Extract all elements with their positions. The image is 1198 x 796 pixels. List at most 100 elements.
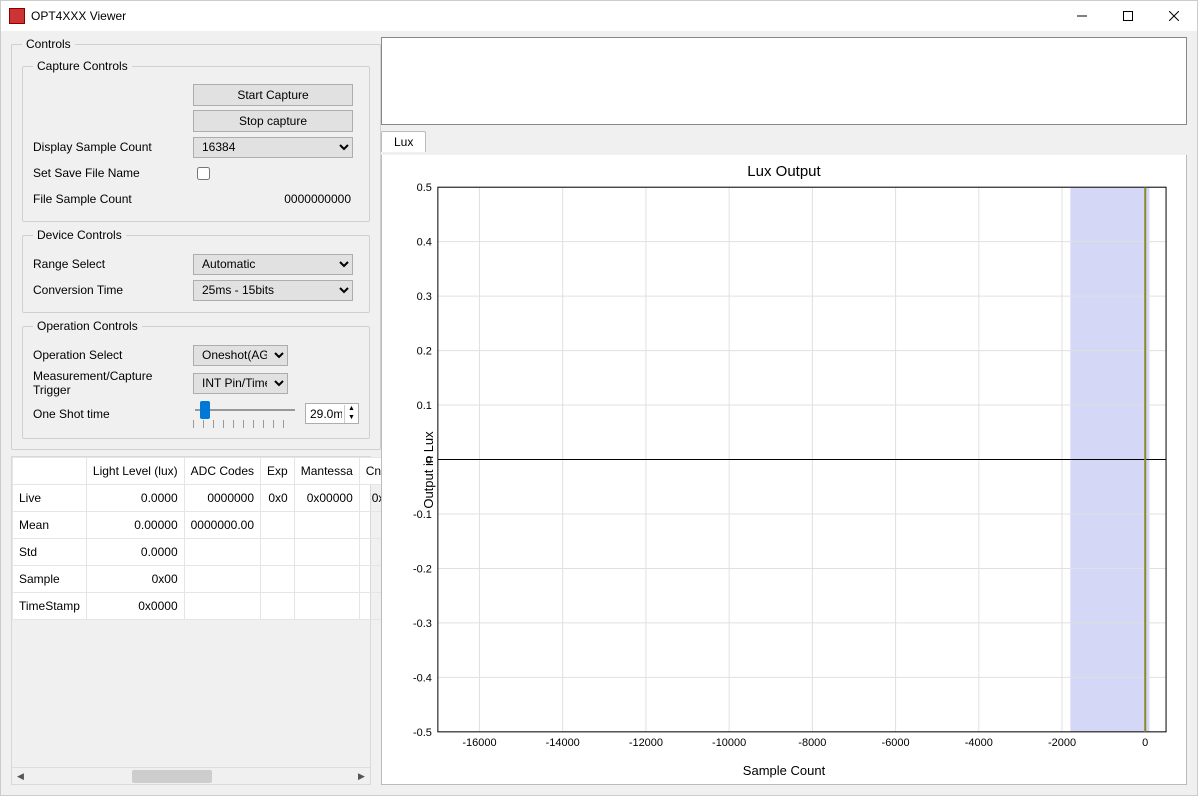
svg-text:-0.5: -0.5 — [413, 727, 432, 739]
svg-text:0.5: 0.5 — [417, 182, 432, 194]
stop-capture-button[interactable]: Stop capture — [193, 110, 353, 132]
cell: Live — [13, 485, 87, 512]
capture-group: Capture Controls Start Capture Stop capt… — [22, 59, 370, 222]
cell — [184, 593, 260, 620]
controls-legend: Controls — [22, 37, 75, 51]
cell — [294, 539, 359, 566]
cell: Mean — [13, 512, 87, 539]
op-label: Operation Select — [33, 348, 193, 362]
svg-text:-12000: -12000 — [629, 737, 663, 749]
client-area: Controls Capture Controls Start Capture … — [1, 31, 1197, 795]
svg-text:-0.4: -0.4 — [413, 672, 432, 684]
svg-text:0.4: 0.4 — [417, 237, 432, 249]
scroll-right-icon[interactable]: ▶ — [353, 768, 370, 785]
svg-text:0.2: 0.2 — [417, 346, 432, 358]
operation-select[interactable]: Oneshot(AGC) — [193, 345, 288, 366]
capture-legend: Capture Controls — [33, 59, 132, 73]
col-header[interactable]: ADC Codes — [184, 458, 260, 485]
table-row: Live0.000000000000x00x000000x — [13, 485, 391, 512]
cell: 0x0000 — [86, 593, 184, 620]
cell: Std — [13, 539, 87, 566]
cell: 0x0 — [261, 485, 295, 512]
window-title: OPT4XXX Viewer — [31, 9, 1059, 23]
svg-text:-10000: -10000 — [712, 737, 746, 749]
table-row: Std0.0000 — [13, 539, 391, 566]
svg-text:-4000: -4000 — [965, 737, 993, 749]
oneshot-value[interactable] — [306, 406, 344, 422]
operation-legend: Operation Controls — [33, 319, 142, 333]
controls-group: Controls Capture Controls Start Capture … — [11, 37, 381, 450]
trigger-select[interactable]: INT Pin/Timer — [193, 373, 288, 394]
range-select[interactable]: Automatic — [193, 254, 353, 275]
readings-table-wrap: Light Level (lux)ADC CodesExpMantessaCnt… — [11, 456, 371, 785]
cell: 0x00 — [86, 566, 184, 593]
cell — [261, 539, 295, 566]
svg-text:-0.2: -0.2 — [413, 563, 432, 575]
cell — [261, 512, 295, 539]
cell — [294, 593, 359, 620]
cell — [261, 593, 295, 620]
readings-table: Light Level (lux)ADC CodesExpMantessaCnt… — [12, 457, 391, 620]
cell — [294, 512, 359, 539]
cell: 0000000 — [184, 485, 260, 512]
table-blank — [12, 620, 370, 767]
slider-ticks — [193, 420, 293, 428]
tab-lux[interactable]: Lux — [381, 131, 426, 152]
table-hscrollbar[interactable]: ◀ ▶ — [12, 767, 370, 784]
set-save-checkbox[interactable] — [197, 167, 210, 180]
cell — [184, 566, 260, 593]
display-count-label: Display Sample Count — [33, 140, 193, 154]
scroll-thumb[interactable] — [132, 770, 212, 783]
device-group: Device Controls Range Select Automatic C… — [22, 228, 370, 313]
svg-text:0.1: 0.1 — [417, 400, 432, 412]
set-save-label: Set Save File Name — [33, 166, 193, 180]
cell — [294, 566, 359, 593]
file-count-value: 0000000000 — [193, 192, 353, 206]
range-label: Range Select — [33, 257, 193, 271]
trig-label: Measurement/Capture Trigger — [33, 369, 193, 397]
col-header[interactable] — [13, 458, 87, 485]
oneshot-slider[interactable] — [195, 401, 295, 419]
oneshot-spinbox[interactable]: ▲▼ — [305, 403, 359, 424]
col-header[interactable]: Light Level (lux) — [86, 458, 184, 485]
top-panel — [381, 37, 1187, 125]
conversion-time-select[interactable]: 25ms - 15bits — [193, 280, 353, 301]
spin-down-icon[interactable]: ▼ — [344, 414, 358, 423]
svg-text:-16000: -16000 — [462, 737, 496, 749]
maximize-button[interactable] — [1105, 1, 1151, 31]
operation-group: Operation Controls Operation Select Ones… — [22, 319, 370, 439]
app-icon — [9, 8, 25, 24]
close-button[interactable] — [1151, 1, 1197, 31]
minimize-button[interactable] — [1059, 1, 1105, 31]
svg-text:-8000: -8000 — [798, 737, 826, 749]
right-column: Lux Lux Output Output in Lux Sample Coun… — [381, 37, 1187, 785]
spin-up-icon[interactable]: ▲ — [344, 405, 358, 414]
svg-text:-6000: -6000 — [882, 737, 910, 749]
device-legend: Device Controls — [33, 228, 126, 242]
col-header[interactable]: Exp — [261, 458, 295, 485]
display-count-select[interactable]: 16384 — [193, 137, 353, 158]
scroll-left-icon[interactable]: ◀ — [12, 768, 29, 785]
svg-text:0.3: 0.3 — [417, 291, 432, 303]
cell: 0x00000 — [294, 485, 359, 512]
chart-area[interactable]: -16000 -14000 -12000 -10000 -8000 -6000 -4000 -… — [382, 155, 1186, 784]
start-capture-button[interactable]: Start Capture — [193, 84, 353, 106]
plot-panel: Lux Output Output in Lux Sample Count -1… — [381, 155, 1187, 785]
cell: 0.0000 — [86, 539, 184, 566]
cell: 0000000.00 — [184, 512, 260, 539]
cell — [261, 566, 295, 593]
table-row: Sample0x00 — [13, 566, 391, 593]
col-header[interactable]: Mantessa — [294, 458, 359, 485]
cell: TimeStamp — [13, 593, 87, 620]
cell — [184, 539, 260, 566]
left-column: Controls Capture Controls Start Capture … — [11, 37, 371, 785]
conv-label: Conversion Time — [33, 283, 193, 297]
table-row: Mean0.000000000000.00 — [13, 512, 391, 539]
svg-text:-0.1: -0.1 — [413, 509, 432, 521]
cell: 0.0000 — [86, 485, 184, 512]
svg-text:-0.3: -0.3 — [413, 618, 432, 630]
svg-text:0: 0 — [1142, 737, 1148, 749]
titlebar: OPT4XXX Viewer — [1, 1, 1197, 31]
svg-text:-2000: -2000 — [1048, 737, 1076, 749]
svg-text:-14000: -14000 — [546, 737, 580, 749]
